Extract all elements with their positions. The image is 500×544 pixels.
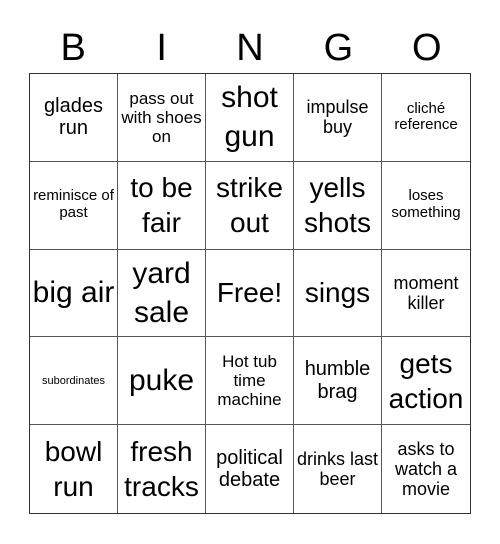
bingo-cell[interactable]: loses something — [382, 162, 470, 250]
bingo-cell[interactable]: asks to watch a movie — [382, 425, 470, 513]
bingo-cell[interactable]: political debate — [206, 425, 294, 513]
bingo-cell[interactable]: big air — [30, 249, 118, 338]
bingo-cell[interactable]: Hot tub time machine — [206, 337, 294, 426]
bingo-cell[interactable]: subordinates — [30, 337, 118, 426]
bingo-cell[interactable]: to be fair — [118, 161, 206, 250]
bingo-cell[interactable]: sings — [294, 249, 382, 338]
bingo-cell[interactable]: reminisce of past — [30, 161, 118, 250]
bingo-cell[interactable]: cliché reference — [382, 74, 470, 162]
bingo-cell[interactable]: puke — [118, 337, 206, 426]
header-letter-i: I — [156, 27, 167, 69]
bingo-cell[interactable]: shot gun — [206, 74, 294, 162]
bingo-cell[interactable]: glades run — [30, 74, 118, 162]
bingo-cell[interactable]: strike out — [206, 161, 294, 250]
bingo-cell[interactable]: yard sale — [118, 249, 206, 338]
bingo-cell[interactable]: moment killer — [382, 250, 470, 338]
bingo-cell[interactable]: fresh tracks — [118, 425, 206, 513]
bingo-grid: glades run pass out with shoes on shot g… — [29, 73, 471, 514]
bingo-cell[interactable]: impulse buy — [294, 74, 382, 162]
bingo-cell[interactable]: gets action — [382, 337, 470, 426]
bingo-cell[interactable]: bowl run — [30, 425, 118, 513]
bingo-cell[interactable]: humble brag — [294, 337, 382, 426]
free-space-cell[interactable]: Free! — [206, 249, 294, 338]
bingo-cell[interactable]: yells shots — [294, 161, 382, 250]
header-letter-n: N — [236, 27, 264, 69]
header-letter-g: G — [323, 27, 354, 69]
header-letter-o: O — [412, 27, 442, 69]
bingo-cell[interactable]: pass out with shoes on — [118, 74, 206, 162]
bingo-cell[interactable]: drinks last beer — [294, 425, 382, 513]
header-letter-b: B — [60, 27, 86, 69]
bingo-header: B I N G O — [29, 24, 471, 72]
